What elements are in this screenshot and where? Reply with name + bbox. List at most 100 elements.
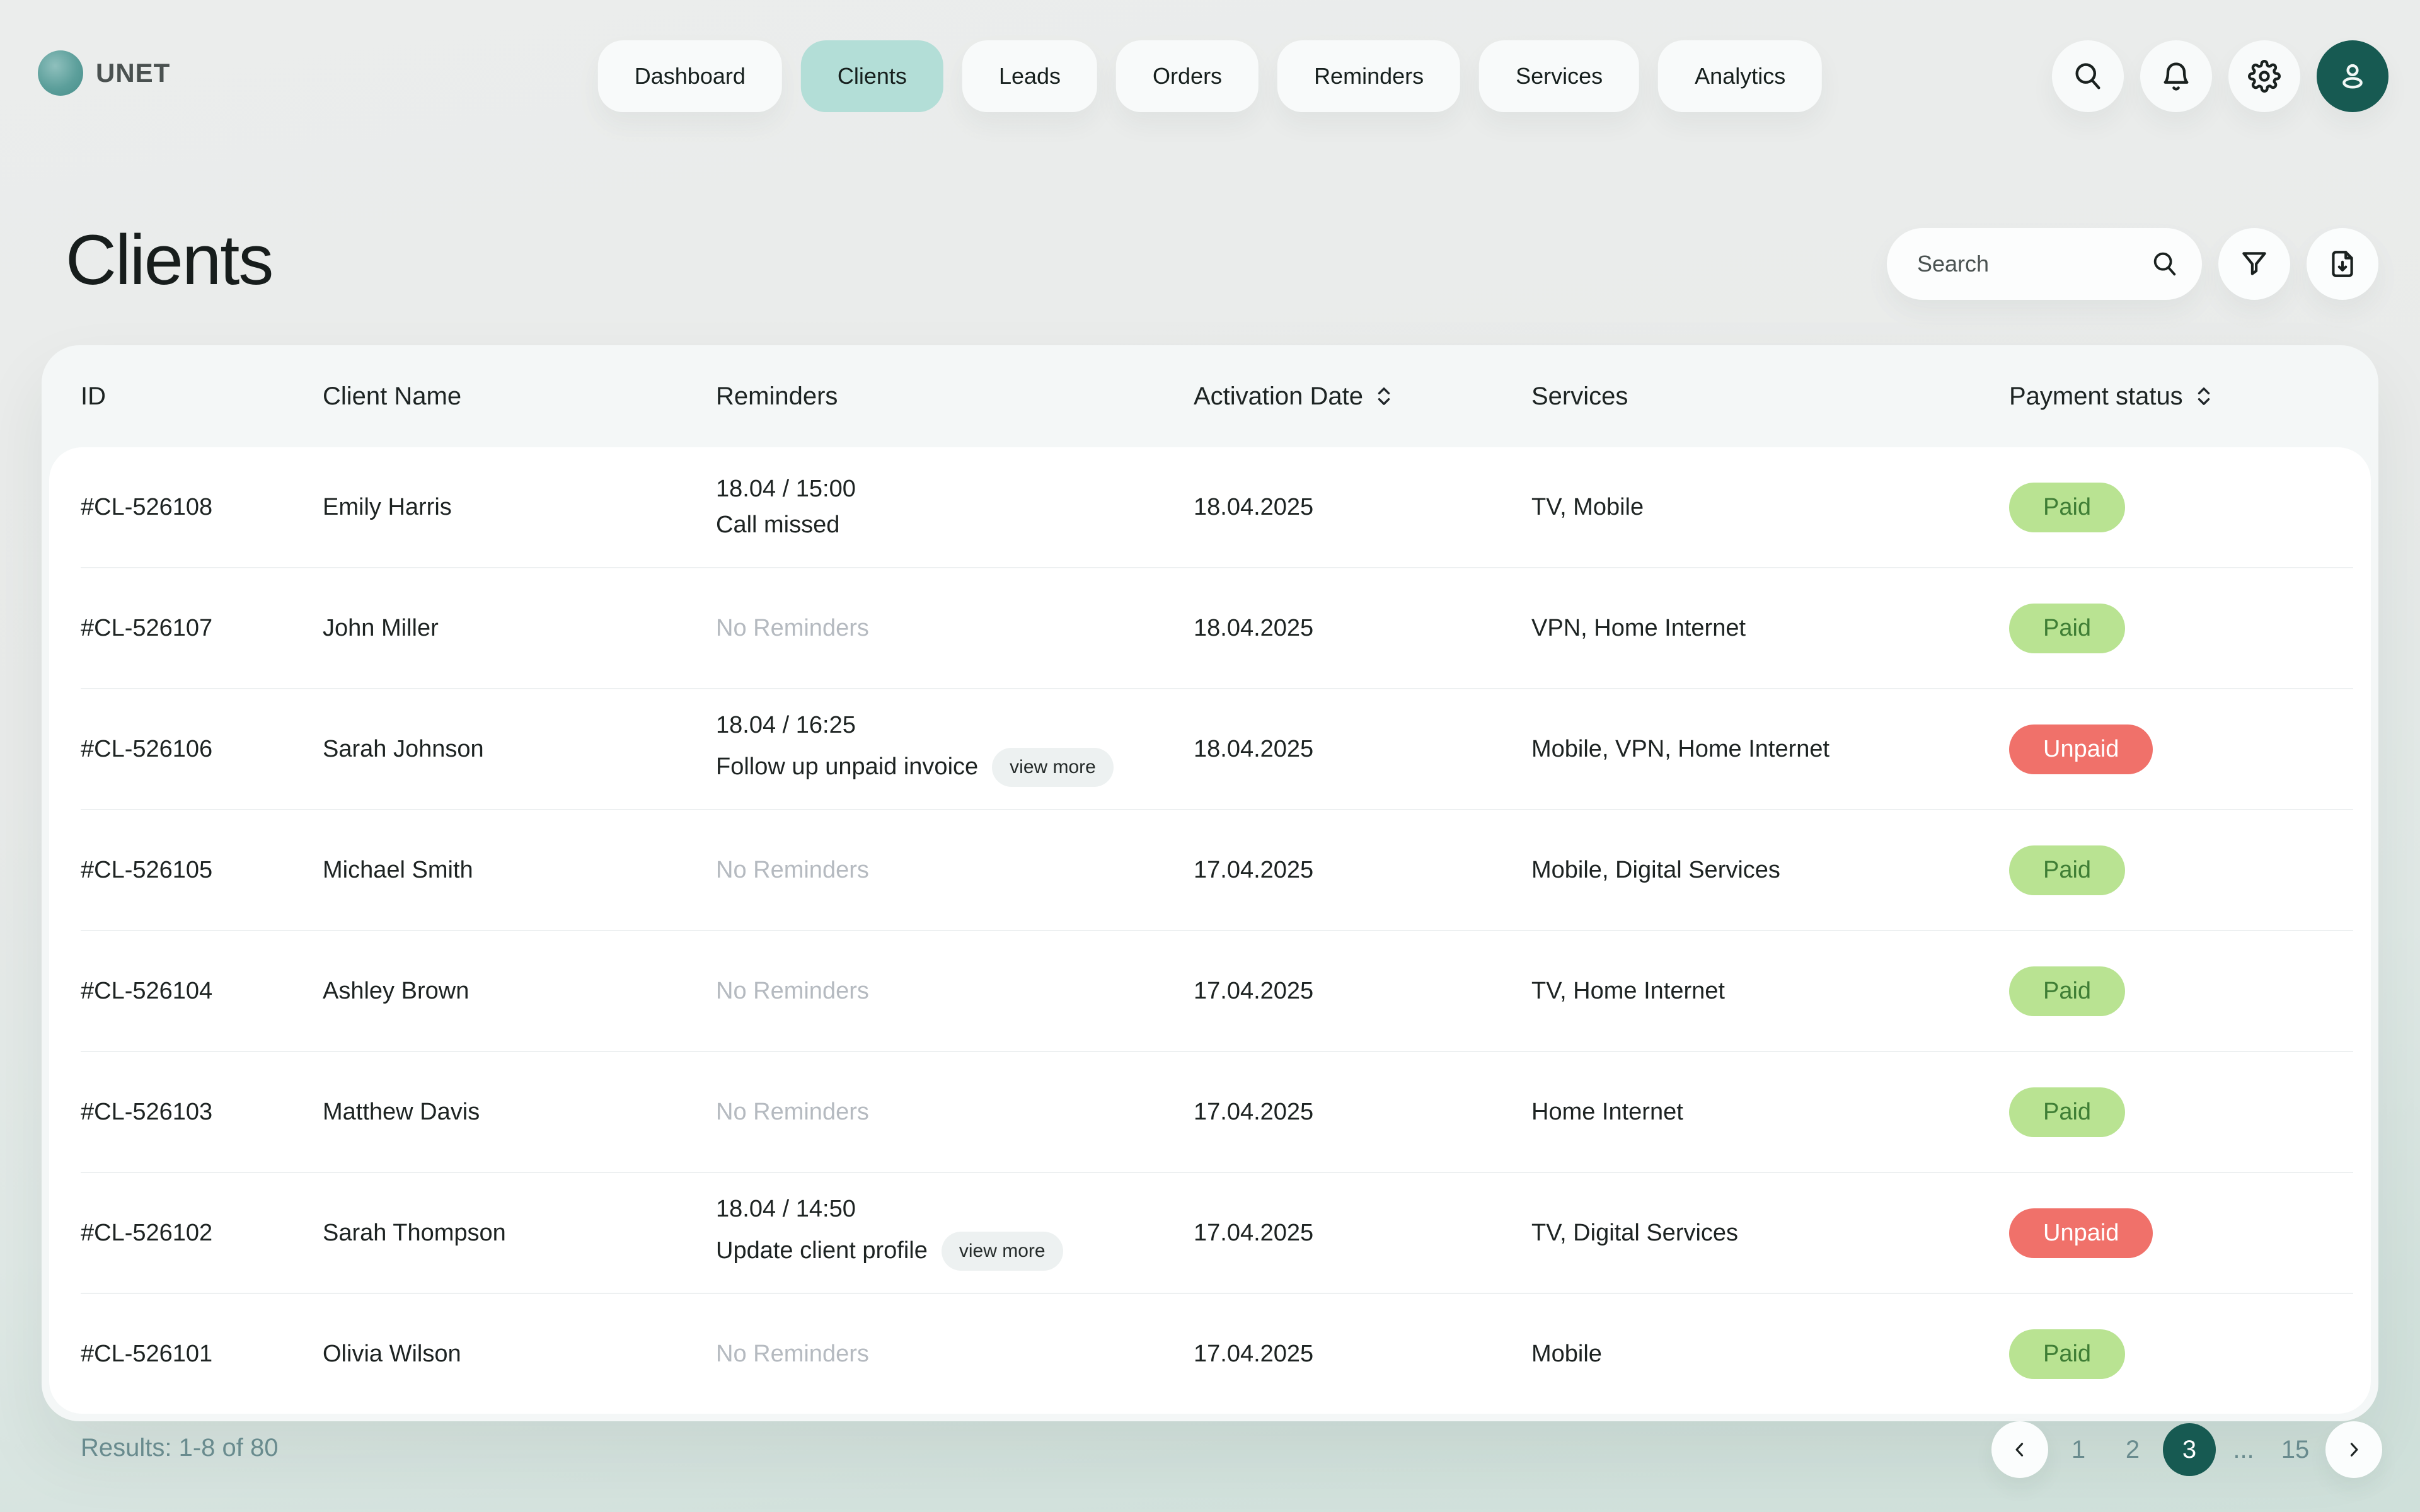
client-name: Olivia Wilson	[323, 1341, 716, 1368]
table-row: #CL-526105 Michael Smith No Reminders 17…	[81, 810, 2353, 931]
next-page-button[interactable]	[2325, 1421, 2382, 1478]
reminder-time: 18.04 / 14:50	[716, 1196, 1171, 1223]
pagination-ellipsis: ...	[2222, 1436, 2265, 1464]
page-title: Clients	[66, 219, 272, 301]
services: Mobile	[1531, 1341, 2009, 1368]
payment-status-badge: Paid	[2009, 483, 2125, 532]
client-reminder: 18.04 / 14:50 Update client profile view…	[716, 1196, 1194, 1271]
search-field	[1887, 228, 2202, 300]
payment-status-badge: Unpaid	[2009, 1208, 2153, 1258]
reminder-text: Call missed	[716, 512, 839, 539]
results-count: Results: 1-8 of 80	[81, 1434, 279, 1462]
column-header-services: Services	[1531, 382, 2009, 411]
page-button-15[interactable]: 15	[2271, 1423, 2319, 1476]
table-body: #CL-526108 Emily Harris 18.04 / 15:00 Ca…	[49, 447, 2371, 1414]
reminder-text: Follow up unpaid invoice	[716, 753, 978, 781]
sort-arrows-icon	[1374, 384, 1393, 409]
activation-date: 17.04.2025	[1194, 1220, 1531, 1247]
services: Mobile, Digital Services	[1531, 857, 2009, 884]
nav-tab-dashboard[interactable]: Dashboard	[598, 40, 782, 112]
nav-tab-clients[interactable]: Clients	[801, 40, 943, 112]
client-id: #CL-526104	[81, 978, 323, 1005]
reminder-time: 18.04 / 16:25	[716, 712, 1171, 739]
activation-date: 17.04.2025	[1194, 1099, 1531, 1126]
client-id: #CL-526106	[81, 736, 323, 763]
client-id: #CL-526108	[81, 494, 323, 521]
table-row: #CL-526103 Matthew Davis No Reminders 17…	[81, 1052, 2353, 1173]
column-header-client-name: Client Name	[323, 382, 716, 411]
activation-date: 18.04.2025	[1194, 615, 1531, 642]
clients-table-card: ID Client Name Reminders Activation Date…	[42, 345, 2378, 1421]
payment-status-badge: Paid	[2009, 845, 2125, 895]
settings-button[interactable]	[2228, 40, 2300, 112]
payment-status-badge: Paid	[2009, 1329, 2125, 1379]
column-header-activation-date[interactable]: Activation Date	[1194, 382, 1531, 411]
topbar-actions	[2052, 40, 2388, 112]
client-reminder: No Reminders	[716, 857, 1194, 884]
services: Mobile, VPN, Home Internet	[1531, 736, 2009, 763]
filter-button[interactable]	[2218, 228, 2290, 300]
client-id: #CL-526103	[81, 1099, 323, 1126]
brand-logo[interactable]: UNET	[38, 50, 170, 96]
table-row: #CL-526107 John Miller No Reminders 18.0…	[81, 568, 2353, 689]
activation-date: 17.04.2025	[1194, 1341, 1531, 1368]
nav-tab-leads[interactable]: Leads	[962, 40, 1097, 112]
reminder-time: 18.04 / 15:00	[716, 476, 1171, 503]
column-header-payment-status[interactable]: Payment status	[2009, 382, 2353, 411]
search-button[interactable]	[2052, 40, 2124, 112]
payment-status-badge: Paid	[2009, 604, 2125, 653]
nav-tab-orders[interactable]: Orders	[1116, 40, 1259, 112]
table-row: #CL-526102 Sarah Thompson 18.04 / 14:50 …	[81, 1173, 2353, 1294]
client-id: #CL-526107	[81, 615, 323, 642]
payment-status-badge: Paid	[2009, 1087, 2125, 1137]
person-icon	[2336, 60, 2369, 93]
no-reminders-label: No Reminders	[716, 978, 869, 1004]
no-reminders-label: No Reminders	[716, 1099, 869, 1125]
nav-tab-services[interactable]: Services	[1479, 40, 1639, 112]
services: TV, Mobile	[1531, 494, 2009, 521]
bell-icon	[2160, 60, 2192, 93]
search-icon	[2071, 60, 2104, 93]
profile-avatar-button[interactable]	[2317, 40, 2388, 112]
page-button-3[interactable]: 3	[2163, 1423, 2216, 1476]
table-row: #CL-526108 Emily Harris 18.04 / 15:00 Ca…	[81, 447, 2353, 568]
no-reminders-label: No Reminders	[716, 857, 869, 883]
client-reminder: No Reminders	[716, 1099, 1194, 1126]
client-id: #CL-526102	[81, 1220, 323, 1247]
client-name: Matthew Davis	[323, 1099, 716, 1126]
filter-funnel-icon	[2238, 248, 2270, 280]
notifications-button[interactable]	[2140, 40, 2212, 112]
client-reminder: No Reminders	[716, 978, 1194, 1005]
search-input[interactable]	[1917, 251, 2150, 277]
client-id: #CL-526101	[81, 1341, 323, 1368]
activation-date: 17.04.2025	[1194, 857, 1531, 884]
services: TV, Home Internet	[1531, 978, 2009, 1005]
chevron-left-icon	[2009, 1439, 2031, 1460]
client-reminder: No Reminders	[716, 615, 1194, 642]
activation-date: 17.04.2025	[1194, 978, 1531, 1005]
client-name: Sarah Thompson	[323, 1220, 716, 1247]
view-more-button[interactable]: view more	[942, 1232, 1063, 1271]
clients-page: UNET Dashboard Clients Leads Orders Remi…	[0, 0, 2420, 1512]
sort-arrows-icon	[2194, 384, 2213, 409]
no-reminders-label: No Reminders	[716, 615, 869, 641]
client-name: Sarah Johnson	[323, 736, 716, 763]
client-name: Emily Harris	[323, 494, 716, 521]
page-button-1[interactable]: 1	[2054, 1423, 2102, 1476]
nav-tab-analytics[interactable]: Analytics	[1658, 40, 1822, 112]
main-nav: Dashboard Clients Leads Orders Reminders…	[598, 40, 1822, 112]
export-button[interactable]	[2307, 228, 2378, 300]
page-button-2[interactable]: 2	[2109, 1423, 2157, 1476]
nav-tab-reminders[interactable]: Reminders	[1277, 40, 1460, 112]
previous-page-button[interactable]	[1991, 1421, 2048, 1478]
search-icon	[2150, 249, 2179, 278]
client-id: #CL-526105	[81, 857, 323, 884]
payment-status-badge: Paid	[2009, 966, 2125, 1016]
view-more-button[interactable]: view more	[992, 748, 1114, 787]
table-row: #CL-526101 Olivia Wilson No Reminders 17…	[81, 1294, 2353, 1414]
client-name: Michael Smith	[323, 857, 716, 884]
table-header: ID Client Name Reminders Activation Date…	[42, 345, 2378, 447]
activation-date: 18.04.2025	[1194, 736, 1531, 763]
brand-logo-icon	[38, 50, 83, 96]
services: Home Internet	[1531, 1099, 2009, 1126]
